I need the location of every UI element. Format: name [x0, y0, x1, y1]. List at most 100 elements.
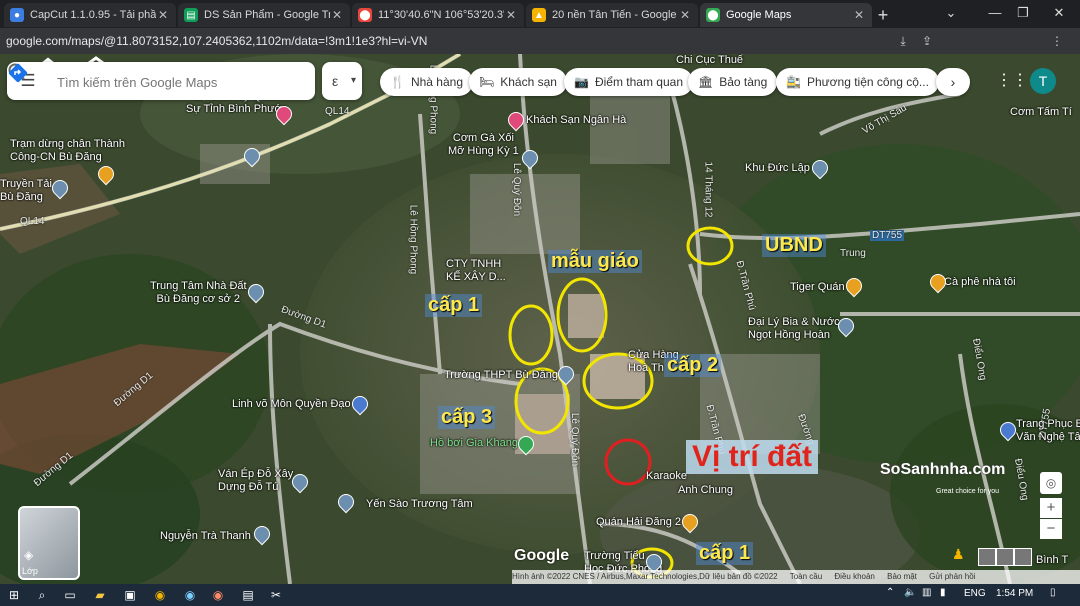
place-label[interactable]: Đại Lý Bia & Nước Ngọt Hồng Hoàn [748, 316, 840, 342]
place-label[interactable]: Hồ bơi Gia Khang [430, 437, 518, 450]
chip-hotel[interactable]: 🛏 Khách sạn [469, 68, 567, 96]
close-icon[interactable]: ✕ [156, 8, 170, 22]
street-label: Lê Hồng Phong [407, 204, 419, 275]
street-view-thumbnail[interactable] [996, 548, 1014, 566]
language-indicator[interactable]: ENG [964, 588, 986, 599]
chrome-icon[interactable]: ◉ [208, 586, 228, 604]
maximize-button[interactable]: ❐ [1010, 3, 1036, 23]
tab-drive[interactable]: ▲ 20 nền Tân Tiến - Google Dr ✕ [526, 3, 698, 27]
locate-me-icon[interactable]: ◎ [1040, 472, 1062, 494]
place-label[interactable]: Anh Chung [678, 484, 733, 497]
zoom-out-button[interactable]: − [1040, 519, 1062, 539]
place-label[interactable]: Quán Hải Đăng 2 [596, 516, 681, 529]
tab-coordinates[interactable]: ⬤ 11°30'40.6"N 106°53'20.3"E ✕ [352, 3, 524, 27]
hotel-icon: 🛏 [479, 75, 495, 89]
place-label[interactable]: Bình T [1036, 554, 1068, 567]
close-icon[interactable]: ✕ [678, 8, 692, 22]
close-icon[interactable]: ✕ [330, 8, 344, 22]
tab-label: Google Maps [726, 9, 792, 21]
chrome-icon: ● [10, 8, 24, 22]
search-panel: ☰ [7, 62, 315, 100]
pegman-icon[interactable]: ♟ [952, 546, 966, 568]
place-label[interactable]: Khách Sạn Ngân Hà [526, 114, 626, 127]
camera-icon: 📷 [574, 75, 589, 89]
close-window-button[interactable]: ✕ [1046, 3, 1072, 23]
zoom-in-button[interactable]: + [1040, 498, 1062, 518]
capcut-icon[interactable]: ✂ [266, 586, 286, 604]
map-attribution: Hình ảnh ©2022 CNES / Airbus,Maxar Techn… [512, 570, 1080, 584]
place-label[interactable]: Cà phê nhà tôi [944, 276, 1016, 289]
chip-restaurant[interactable]: 🍴 Nhà hàng [380, 68, 473, 96]
feedback-link[interactable]: Gửi phản hồi [929, 572, 975, 581]
chip-label: Phương tiện công cộ... [806, 75, 929, 89]
directions-icon[interactable] [7, 62, 29, 84]
restaurant-icon: 🍴 [390, 75, 405, 89]
place-label[interactable]: Trường THPT Bù Đăng [444, 369, 558, 382]
notification-icon[interactable]: ▯ [1050, 587, 1056, 598]
chevron-right-icon[interactable]: › [936, 68, 970, 96]
tab-strip: ● CapCut 1.1.0.95 - Tải phần m ✕ ▤ DS Sả… [0, 0, 1080, 28]
maps-icon: ⬤ [706, 8, 720, 22]
address-bar: google.com/maps/@11.8073152,107.2405362,… [0, 28, 1080, 54]
close-icon[interactable]: ✕ [852, 8, 866, 22]
tab-ds-san-pham[interactable]: ▤ DS Sản Phẩm - Google Trang ✕ [178, 3, 350, 27]
street-label: 14 Tháng 12 [702, 161, 714, 218]
place-label[interactable]: CTY TNHH KẾ XÂY D... [446, 258, 506, 284]
street-view-thumbnail[interactable] [1014, 548, 1032, 566]
search-icon[interactable]: ⌕ [32, 586, 52, 604]
privacy-link[interactable]: Bảo mật [887, 572, 917, 581]
place-label[interactable]: Nguyễn Trà Thanh [160, 530, 251, 543]
place-label[interactable]: Cơm Gà Xối Mỡ Hùng Kỳ 1 [448, 132, 519, 158]
search-input[interactable] [55, 71, 239, 93]
minimize-button[interactable]: — [982, 3, 1008, 23]
chevron-up-icon[interactable]: ⌃ [886, 587, 894, 598]
battery-icon[interactable]: ▮ [940, 587, 946, 598]
clock[interactable]: 1:54 PM [996, 588, 1033, 599]
chrome-icon[interactable]: ◉ [180, 586, 200, 604]
satellite-map[interactable]: QL14 QL14 Lê Hồng Phong Lê Hồng Phong Lê… [0, 54, 1080, 584]
chip-transit[interactable]: 🚉 Phương tiện công cộ... [776, 68, 939, 96]
network-icon[interactable]: ▥ [922, 587, 931, 598]
app-icon[interactable]: ▣ [120, 586, 140, 604]
layer-toggle-button[interactable]: ε ▾ [322, 62, 362, 100]
close-icon[interactable]: ✕ [504, 8, 518, 22]
global-link[interactable]: Toàn cầu [790, 572, 822, 581]
install-icon[interactable]: ⤓ [894, 32, 912, 50]
task-view-icon[interactable]: ▭ [60, 586, 80, 604]
app-icon[interactable]: ▤ [238, 586, 258, 604]
place-label[interactable]: Khu Đức Lập [745, 162, 810, 175]
new-tab-button[interactable]: + [872, 4, 894, 26]
place-label[interactable]: Trang Phục B Văn Nghệ Tâ [1016, 418, 1080, 444]
watermark-brand: SoSanhnha.com [880, 461, 1006, 478]
annotation-ubnd: UBND [762, 234, 826, 257]
tab-capcut[interactable]: ● CapCut 1.1.0.95 - Tải phần m ✕ [4, 3, 176, 27]
place-label[interactable]: Trung Tâm Nhà Đất Bù Đăng cơ sở 2 [150, 280, 247, 306]
layers-icon: ◈ [24, 548, 34, 562]
url-field[interactable]: google.com/maps/@11.8073152,107.2405362,… [6, 31, 886, 51]
chrome-icon[interactable]: ◉ [150, 586, 170, 604]
file-explorer-icon[interactable]: ▰ [90, 586, 110, 604]
terms-link[interactable]: Điều khoản [834, 572, 874, 581]
avatar[interactable]: T [1030, 68, 1056, 94]
apps-grid-icon[interactable]: ⋮⋮ [996, 70, 1028, 92]
annotation-cap1-top: cấp 1 [425, 294, 483, 317]
layers-thumbnail-button[interactable]: ◈ Lớp [18, 506, 80, 580]
street-view-thumbnail[interactable] [978, 548, 996, 566]
share-icon[interactable]: ⇪ [918, 32, 936, 50]
place-label[interactable]: Yến Sào Trương Tâm [366, 498, 473, 511]
place-label[interactable]: Karaoke [646, 470, 687, 483]
place-label[interactable]: Truyền Tải Bù Đăng [0, 178, 52, 204]
volume-icon[interactable]: 🔈 [904, 587, 916, 598]
windows-start-icon[interactable]: ⊞ [4, 586, 24, 604]
chip-attractions[interactable]: 📷 Điểm tham quan [564, 68, 693, 96]
tab-google-maps[interactable]: ⬤ Google Maps ✕ [700, 3, 872, 27]
place-label[interactable]: Cơm Tấm Tí [1010, 106, 1072, 119]
place-label[interactable]: Ván Ép Đỗ Xây Dựng Đỗ Tú [218, 468, 293, 494]
place-label[interactable]: Trạm dừng chân Thành Công-CN Bù Đăng [10, 138, 125, 164]
tab-search-icon[interactable]: ⌄ [938, 3, 964, 23]
extensions-icon[interactable]: ⋮ [1048, 32, 1066, 50]
place-label[interactable]: Tiger Quán [790, 281, 845, 294]
place-label[interactable]: Chi Cục Thuế [676, 54, 743, 67]
chip-museum[interactable]: 🏛 Bảo tàng [688, 68, 778, 96]
place-label[interactable]: Linh võ Môn Quyền Đạo [232, 398, 351, 411]
